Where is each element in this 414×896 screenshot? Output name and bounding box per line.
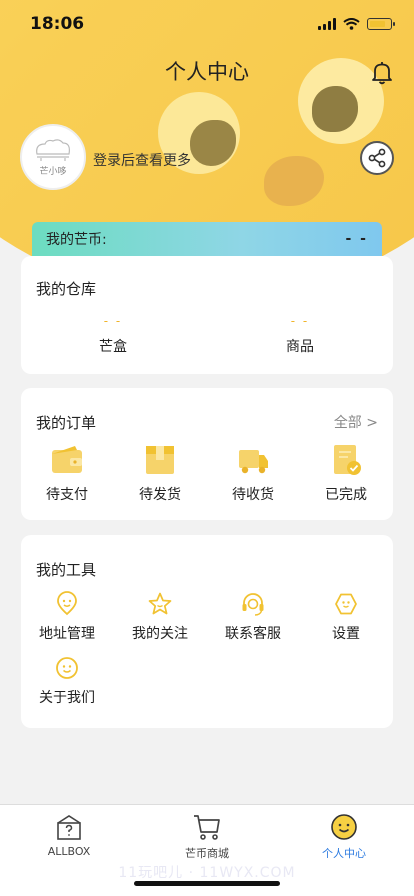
order-pending-payment[interactable]: 待支付 xyxy=(27,442,107,504)
wallet-icon xyxy=(52,446,82,473)
warehouse-item-goods[interactable]: - - 商品 xyxy=(250,314,350,356)
home-indicator[interactable] xyxy=(134,881,280,886)
order-completed[interactable]: 已完成 xyxy=(306,442,386,504)
watermark-text: 11玩吧儿 · 11WYX.COM xyxy=(118,865,296,881)
tool-about-us[interactable]: 关于我们 xyxy=(27,655,107,707)
tab-profile[interactable]: 个人中心 xyxy=(294,811,394,861)
status-bar: 18:06 xyxy=(0,0,414,48)
orders-all-link[interactable]: 全部 > xyxy=(334,412,378,432)
warehouse-title: 我的仓库 xyxy=(36,280,97,298)
warehouse-item-box[interactable]: - - 芒盒 xyxy=(63,314,163,356)
status-time: 18:06 xyxy=(30,14,85,34)
tab-coin-mall-label: 芒币商城 xyxy=(185,847,229,860)
location-icon xyxy=(57,591,77,616)
notification-bell-icon[interactable] xyxy=(369,60,395,86)
warehouse-box-count: - - xyxy=(103,314,123,328)
wifi-icon xyxy=(343,18,360,30)
order-pending-payment-label: 待支付 xyxy=(46,487,88,503)
tool-address[interactable]: 地址管理 xyxy=(27,591,107,643)
headset-icon xyxy=(242,593,264,616)
cellular-signal-icon xyxy=(318,18,336,30)
orders-title: 我的订单 xyxy=(36,414,97,432)
tool-following[interactable]: 我的关注 xyxy=(120,591,200,643)
coin-label: 我的芒币: xyxy=(46,232,107,248)
tab-allbox[interactable]: ALLBOX xyxy=(19,811,119,858)
tool-settings-label: 设置 xyxy=(332,626,360,642)
package-icon xyxy=(146,446,174,474)
coin-balance-bar[interactable]: 我的芒币: - - xyxy=(32,222,382,256)
decor-blob xyxy=(312,86,358,132)
warehouse-goods-count: - - xyxy=(290,314,310,328)
tool-about-us-label: 关于我们 xyxy=(39,690,95,706)
mystery-box-icon xyxy=(57,815,81,840)
order-completed-label: 已完成 xyxy=(325,487,367,503)
orders-card: 我的订单 全部 > 待支付 待发货 待收货 已完成 xyxy=(21,388,393,520)
delivery-truck-icon xyxy=(239,450,268,474)
tools-card: 我的工具 地址管理 我的关注 联系客服 设置 关于我们 xyxy=(21,535,393,728)
order-pending-shipment-label: 待发货 xyxy=(139,487,181,503)
share-button[interactable] xyxy=(360,141,394,175)
tab-allbox-label: ALLBOX xyxy=(47,845,91,858)
order-pending-receipt-label: 待收货 xyxy=(232,487,274,503)
order-pending-shipment[interactable]: 待发货 xyxy=(120,442,200,504)
avatar-label: 芒小哆 xyxy=(39,166,67,177)
avatar[interactable]: 芒小哆 xyxy=(20,124,86,190)
warehouse-goods-label: 商品 xyxy=(286,339,314,355)
tool-settings[interactable]: 设置 xyxy=(306,591,386,643)
star-icon xyxy=(148,592,172,615)
tab-coin-mall[interactable]: 芒币商城 xyxy=(157,811,257,861)
warehouse-card: 我的仓库 - - 芒盒 - - 商品 xyxy=(21,256,393,374)
tools-title: 我的工具 xyxy=(36,561,97,579)
completed-clipboard-icon xyxy=(334,445,361,475)
page-title: 个人中心 xyxy=(165,60,249,84)
tool-customer-service-label: 联系客服 xyxy=(225,626,281,642)
share-icon xyxy=(368,148,386,168)
login-prompt[interactable]: 登录后查看更多 xyxy=(93,150,191,170)
warehouse-box-label: 芒盒 xyxy=(99,339,127,355)
battery-icon xyxy=(367,18,395,30)
cart-icon xyxy=(194,815,220,840)
smiley-icon xyxy=(56,657,78,679)
tool-following-label: 我的关注 xyxy=(132,626,188,642)
order-pending-receipt[interactable]: 待收货 xyxy=(213,442,293,504)
tab-profile-label: 个人中心 xyxy=(322,847,366,860)
mango-mascot-icon xyxy=(36,138,70,161)
status-icons xyxy=(318,18,395,30)
tool-customer-service[interactable]: 联系客服 xyxy=(213,591,293,643)
profile-smiley-icon xyxy=(331,814,357,840)
settings-icon xyxy=(335,593,357,615)
tool-address-label: 地址管理 xyxy=(39,626,95,642)
coin-value: - - xyxy=(345,231,368,247)
